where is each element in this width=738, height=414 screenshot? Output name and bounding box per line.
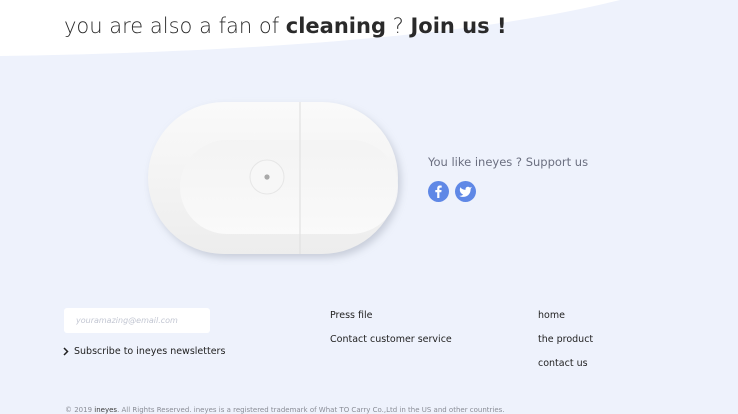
chevron-right-icon (63, 347, 69, 356)
copyright-prefix: © 2019 (65, 406, 95, 414)
subscribe-button[interactable]: Subscribe to ineyes newsletters (62, 346, 225, 357)
subscribe-label: Subscribe to ineyes newsletters (74, 346, 226, 357)
footer-link-contact-customer-service[interactable]: Contact customer service (330, 334, 452, 345)
twitter-button[interactable] (455, 181, 476, 202)
facebook-icon (435, 185, 442, 198)
join-us-headline: you are also a fan of cleaning ? Join us… (64, 14, 507, 38)
copyright-text: © 2019 ineyes. All Rights Reserved. iney… (65, 406, 505, 414)
copyright-suffix: . All Rights Reserved. ineyes is a regis… (117, 406, 505, 414)
support-text: You like ineyes ? Support us (428, 155, 589, 169)
device-led (264, 174, 270, 180)
copyright-brand: ineyes (94, 406, 118, 414)
footer-link-press-file[interactable]: Press file (330, 310, 373, 321)
newsletter-email-input[interactable] (64, 308, 210, 333)
product-image (140, 96, 410, 266)
facebook-button[interactable] (428, 181, 449, 202)
footer-link-contact-us[interactable]: contact us (538, 358, 588, 369)
device-inner-panel (180, 140, 398, 234)
headline-middle: ? (385, 14, 411, 38)
footer-link-home[interactable]: home (538, 310, 565, 321)
twitter-icon (459, 186, 472, 197)
headline-emphasis: cleaning (285, 14, 386, 38)
social-links (428, 181, 588, 202)
footer-link-the-product[interactable]: the product (538, 334, 593, 345)
headline-prefix: you are also a fan of (64, 14, 286, 38)
join-us-cta: Join us ! (410, 14, 507, 38)
support-section: You like ineyes ? Support us (428, 155, 588, 202)
